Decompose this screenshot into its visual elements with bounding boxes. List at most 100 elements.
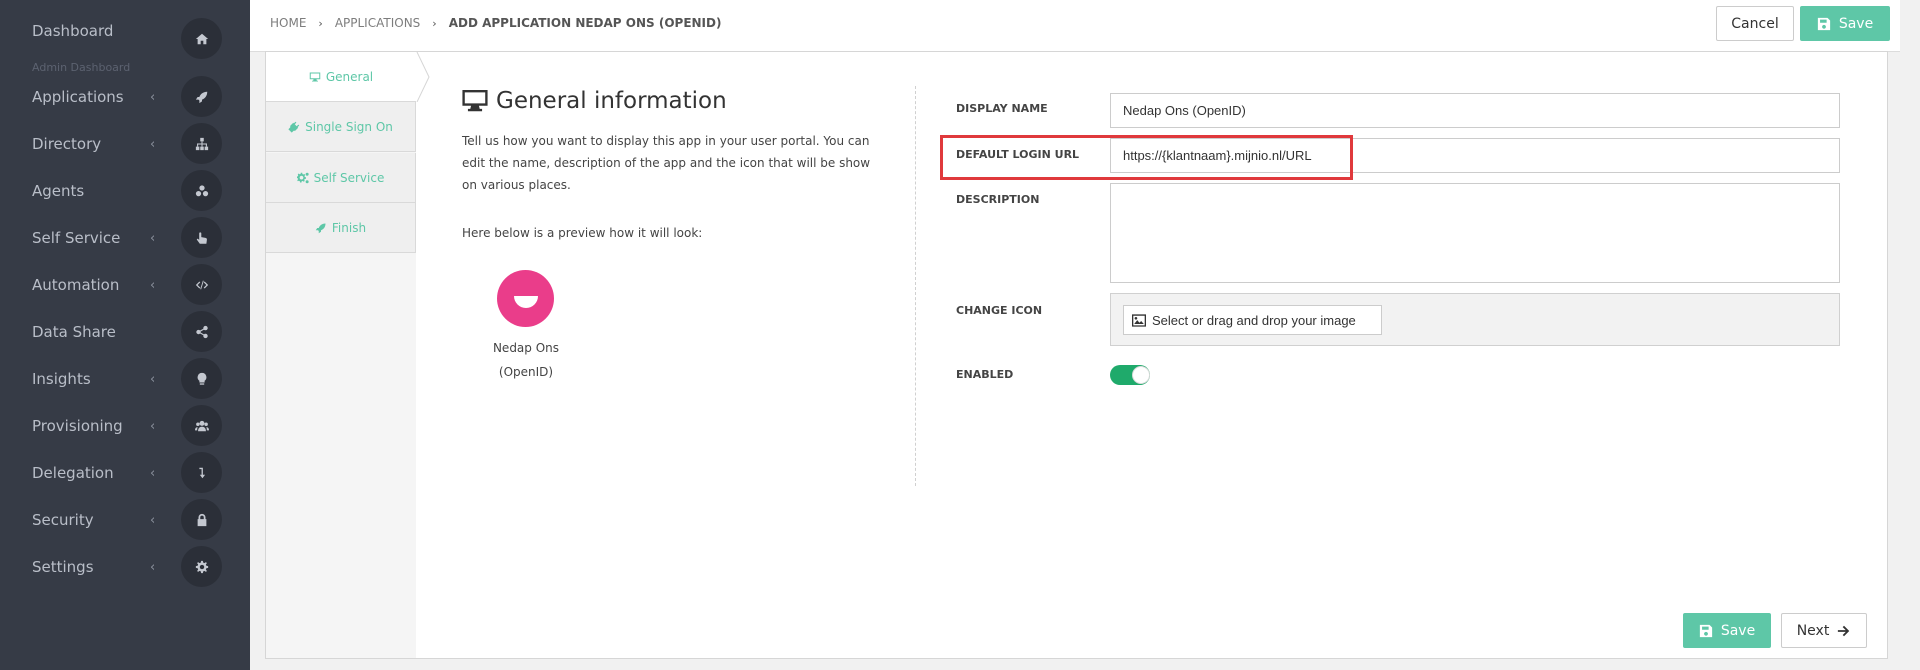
wizard-step-finish[interactable]: Finish xyxy=(266,203,416,253)
sidebar-item-label: Insights xyxy=(32,370,91,388)
sidebar-item-dashboard[interactable]: Dashboard xyxy=(0,16,250,63)
breadcrumb-applications[interactable]: APPLICATIONS xyxy=(335,16,420,30)
select-image-button[interactable]: Select or drag and drop your image xyxy=(1123,305,1382,335)
sidebar-item-agents[interactable]: Agents xyxy=(0,168,250,215)
next-button-label: Next xyxy=(1796,622,1830,639)
sidebar-item-label: Security xyxy=(32,511,94,529)
sidebar-item-label: Dashboard xyxy=(32,22,114,40)
lightbulb-icon xyxy=(181,358,222,399)
sidebar-item-label: Delegation xyxy=(32,464,114,482)
cogs-icon xyxy=(296,172,309,183)
breadcrumb-current: ADD APPLICATION NEDAP ONS (OPENID) xyxy=(448,16,722,30)
app-preview-name: Nedap Ons (OpenID) xyxy=(470,336,582,384)
next-button[interactable]: Next xyxy=(1781,613,1867,648)
cubes-icon xyxy=(181,170,222,211)
description-textarea[interactable] xyxy=(1110,183,1840,283)
select-image-label: Select or drag and drop your image xyxy=(1152,312,1356,328)
chevron-left-icon: ‹ xyxy=(150,513,156,528)
floppy-disk-icon xyxy=(1699,624,1712,637)
sidebar-item-security[interactable]: Security ‹ xyxy=(0,497,250,544)
top-bar: HOME › APPLICATIONS › ADD APPLICATION NEDAP … xyxy=(250,0,1920,52)
breadcrumb-separator-icon: › xyxy=(432,17,437,30)
section-title-text: General information xyxy=(496,88,727,114)
level-down-icon xyxy=(181,452,222,493)
section-title: General information xyxy=(462,88,727,114)
sidebar-item-label: Settings xyxy=(32,558,94,576)
rocket-icon xyxy=(315,223,326,233)
wizard-step-single-sign-on[interactable]: Single Sign On xyxy=(266,102,416,152)
hand-pointer-icon xyxy=(181,217,222,258)
sitemap-icon xyxy=(181,123,222,164)
save-button[interactable]: Save xyxy=(1800,6,1890,41)
display-name-value: Nedap Ons (OpenID) xyxy=(1123,103,1246,118)
desktop-icon xyxy=(462,90,488,112)
wizard-step-label: Self Service xyxy=(313,170,385,185)
section-description: Tell us how you want to display this app… xyxy=(462,134,871,192)
breadcrumb-home[interactable]: HOME xyxy=(270,16,306,30)
wizard-step-self-service[interactable]: Self Service xyxy=(266,153,416,203)
chevron-left-icon: ‹ xyxy=(150,419,156,434)
sidebar-item-provisioning[interactable]: Provisioning ‹ xyxy=(0,403,250,450)
sidebar-item-label: Agents xyxy=(32,182,85,200)
wizard-step-label: Finish xyxy=(331,220,367,235)
change-icon-label: CHANGE ICON xyxy=(956,304,1043,317)
enabled-label: ENABLED xyxy=(956,368,1014,381)
toggle-knob xyxy=(1132,366,1150,384)
chevron-left-icon: ‹ xyxy=(150,278,156,293)
users-icon xyxy=(181,405,222,446)
chevron-left-icon: ‹ xyxy=(150,372,156,387)
app-name-line: (OpenID) xyxy=(498,365,554,379)
sidebar-item-label: Applications xyxy=(32,88,124,106)
display-name-label: DISPLAY NAME xyxy=(956,102,1048,115)
image-icon xyxy=(1132,313,1146,327)
sidebar-item-label: Self Service xyxy=(32,229,121,247)
sidebar-item-label: Directory xyxy=(32,135,102,153)
save-button-bottom[interactable]: Save xyxy=(1683,613,1771,648)
sidebar-item-data-share[interactable]: Data Share xyxy=(0,309,250,356)
rocket-icon xyxy=(181,76,222,117)
wizard-step-label: Single Sign On xyxy=(305,119,393,134)
active-step-arrow xyxy=(416,52,430,102)
share-icon xyxy=(181,311,222,352)
desktop-icon xyxy=(309,72,321,81)
gear-icon xyxy=(181,546,222,587)
cancel-button-label: Cancel xyxy=(1731,15,1779,32)
plug-icon xyxy=(288,121,300,133)
sidebar-item-insights[interactable]: Insights ‹ xyxy=(0,356,250,403)
page-scrollbar[interactable] xyxy=(1900,0,1920,670)
code-icon xyxy=(181,264,222,305)
sidebar-item-self-service[interactable]: Self Service ‹ xyxy=(0,215,250,262)
chevron-left-icon: ‹ xyxy=(150,466,156,481)
sidebar-item-automation[interactable]: Automation ‹ xyxy=(0,262,250,309)
save-button-label: Save xyxy=(1720,622,1756,639)
sidebar-subtitle: Admin Dashboard xyxy=(32,61,131,74)
floppy-disk-icon xyxy=(1817,17,1830,30)
chevron-left-icon: ‹ xyxy=(150,137,156,152)
sidebar: Dashboard Admin Dashboard Applications ‹… xyxy=(0,0,250,670)
description-label: DESCRIPTION xyxy=(956,193,1040,206)
display-name-input[interactable]: Nedap Ons (OpenID) xyxy=(1110,93,1840,128)
lock-icon xyxy=(181,499,222,540)
chevron-left-icon: ‹ xyxy=(150,90,156,105)
sidebar-item-applications[interactable]: Applications ‹ xyxy=(0,74,250,121)
section-divider xyxy=(915,86,916,486)
wizard-step-label: General xyxy=(325,69,374,84)
sidebar-item-label: Provisioning xyxy=(32,417,123,435)
sidebar-item-label: Automation xyxy=(32,276,120,294)
home-icon xyxy=(181,18,222,59)
preview-caption: Here below is a preview how it will look… xyxy=(462,226,703,240)
wizard-step-general[interactable]: General xyxy=(266,52,416,102)
highlight-box xyxy=(940,135,1353,180)
chevron-left-icon: ‹ xyxy=(150,231,156,246)
save-button-label: Save xyxy=(1838,15,1874,32)
sidebar-item-label: Data Share xyxy=(32,323,116,341)
arrow-right-icon xyxy=(1838,625,1850,636)
breadcrumb-separator-icon: › xyxy=(318,17,323,30)
cancel-button[interactable]: Cancel xyxy=(1716,6,1794,41)
chevron-left-icon: ‹ xyxy=(150,560,156,575)
breadcrumb: HOME › APPLICATIONS › ADD APPLICATION NEDAP … xyxy=(270,0,721,47)
sidebar-item-delegation[interactable]: Delegation ‹ xyxy=(0,450,250,497)
app-name-line: Nedap Ons xyxy=(492,341,560,355)
sidebar-item-settings[interactable]: Settings ‹ xyxy=(0,544,250,591)
sidebar-item-directory[interactable]: Directory ‹ xyxy=(0,121,250,168)
